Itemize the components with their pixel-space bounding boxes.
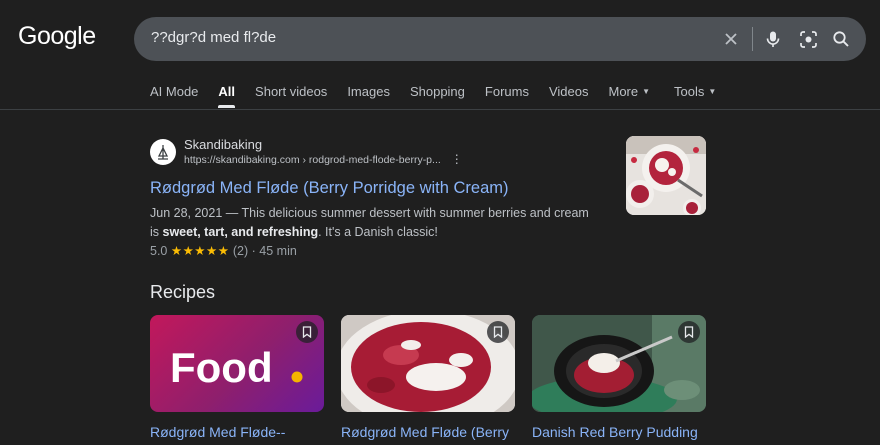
- more-options-icon[interactable]: ⋮: [451, 152, 463, 166]
- result-source[interactable]: Skandibaking https://skandibaking.com › …: [150, 137, 600, 167]
- bookmark-icon[interactable]: [296, 321, 318, 343]
- lens-camera-icon[interactable]: [797, 28, 819, 50]
- rating-value: 5.0: [150, 244, 168, 258]
- microphone-icon[interactable]: [762, 28, 784, 50]
- header-divider: [0, 109, 880, 110]
- tab-images[interactable]: Images: [347, 84, 390, 99]
- caret-down-icon: ▼: [708, 87, 717, 96]
- result-rating: 5.0 ★★★★★ (2) · 45 min: [150, 243, 600, 258]
- tab-forums[interactable]: Forums: [485, 84, 529, 99]
- caret-down-icon: ▼: [642, 87, 651, 96]
- search-input[interactable]: [151, 29, 711, 46]
- result-thumbnail[interactable]: [626, 136, 706, 215]
- result-title-link[interactable]: Rødgrød Med Fløde (Berry Porridge with C…: [150, 179, 600, 198]
- search-icon[interactable]: [830, 28, 852, 50]
- tab-videos[interactable]: Videos: [549, 84, 589, 99]
- recipe-card-title[interactable]: Rødgrød Med Fløde--: [150, 424, 324, 440]
- search-tabs: AI Mode All Short videos Images Shopping…: [150, 84, 736, 108]
- recipe-card-image: [341, 315, 515, 412]
- site-url: https://skandibaking.com › rodgrod-med-f…: [184, 152, 463, 166]
- tab-ai-mode[interactable]: AI Mode: [150, 84, 198, 99]
- bookmark-icon[interactable]: [678, 321, 700, 343]
- site-name: Skandibaking: [184, 137, 263, 152]
- result-snippet: Jun 28, 2021 — This delicious summer des…: [150, 206, 589, 239]
- search-divider: [752, 27, 753, 51]
- tab-more-label: More: [608, 84, 639, 99]
- bookmark-icon[interactable]: [487, 321, 509, 343]
- clear-icon[interactable]: [720, 28, 742, 50]
- food-logo-text: Food: [170, 344, 273, 391]
- recipe-card-image: Food: [150, 315, 324, 412]
- tools-button[interactable]: Tools ▼: [674, 84, 716, 99]
- recipe-card[interactable]: Danish Red Berry Pudding: [532, 315, 706, 440]
- tools-label: Tools: [674, 84, 705, 99]
- tab-short-videos[interactable]: Short videos: [255, 84, 327, 99]
- google-logo[interactable]: Google: [18, 22, 96, 51]
- rating-stars-icon: ★★★★★: [170, 244, 230, 258]
- tab-more[interactable]: More ▼: [608, 84, 650, 99]
- cook-time: · 45 min: [251, 244, 297, 258]
- recipe-card-image: [532, 315, 706, 412]
- recipe-card-title[interactable]: Danish Red Berry Pudding: [532, 424, 706, 440]
- recipe-card[interactable]: Food Rødgrød Med Fløde--: [150, 315, 324, 440]
- site-favicon-icon: [150, 139, 176, 165]
- tab-all[interactable]: All: [218, 84, 235, 108]
- review-count: (2): [232, 244, 249, 258]
- search-result: Skandibaking https://skandibaking.com › …: [150, 137, 600, 258]
- tab-shopping[interactable]: Shopping: [410, 84, 465, 99]
- recipe-card-title[interactable]: Rødgrød Med Fløde (Berry: [341, 424, 515, 440]
- recipes-heading: Recipes: [150, 282, 216, 302]
- search-box[interactable]: [134, 17, 866, 61]
- recipe-card[interactable]: Rødgrød Med Fløde (Berry: [341, 315, 515, 440]
